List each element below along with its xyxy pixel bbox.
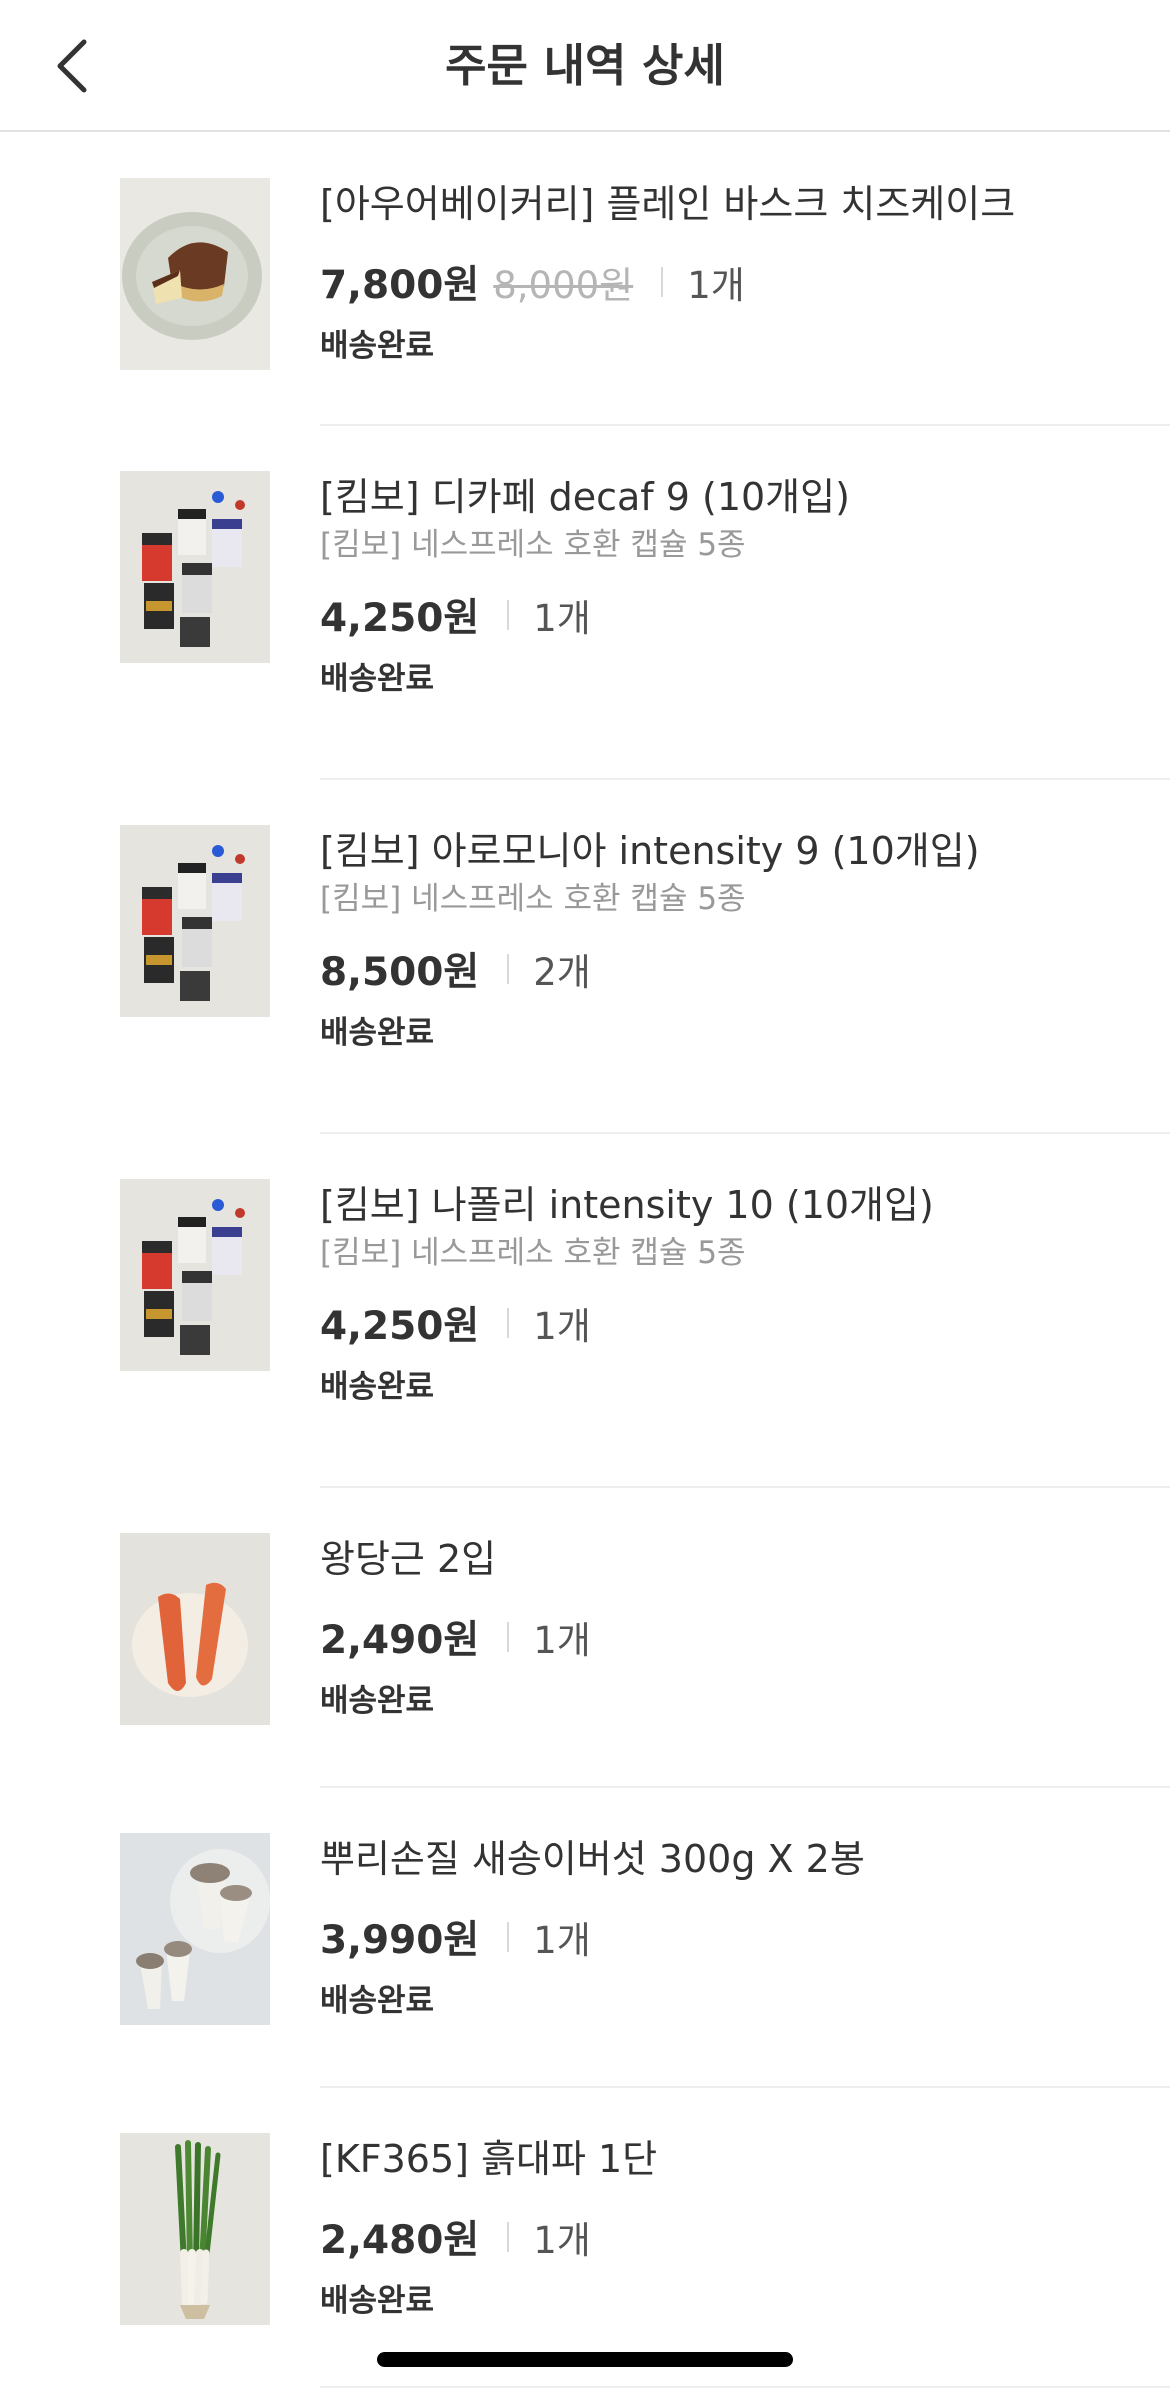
price: 3,990원 <box>320 1918 480 1963</box>
list-item[interactable]: [아우어베이커리] 플레인 바스크 치즈케이크 7,800원 8,000원 1개… <box>120 132 1170 426</box>
list-item[interactable]: [킴보] 디카페 decaf 9 (10개입) [킴보] 네스프레소 호환 캡슐… <box>120 425 1170 780</box>
list-item[interactable]: 뿌리손질 새송이버섯 300g X 2봉 3,990원 1개 배송완료 <box>120 1787 1170 2088</box>
cheesecake-image <box>120 178 270 370</box>
product-option: [킴보] 네스프레소 호환 캡슐 5종 <box>320 1235 746 1271</box>
quantity: 1개 <box>533 1919 591 1962</box>
separator <box>507 600 510 630</box>
delivery-status: 배송완료 <box>320 1683 435 1719</box>
quantity: 1개 <box>687 264 745 307</box>
price: 2,480원 <box>320 2218 480 2263</box>
product-name: [킴보] 아로모니아 intensity 9 (10개입) <box>320 829 980 873</box>
home-indicator[interactable] <box>377 2352 793 2367</box>
header-bar: 주문 내역 상세 <box>0 0 1170 132</box>
delivery-status: 배송완료 <box>320 1015 435 1051</box>
quantity: 1개 <box>533 597 591 640</box>
delivery-status: 배송완료 <box>320 661 435 697</box>
separator <box>507 954 510 984</box>
price: 4,250원 <box>320 1304 480 1349</box>
product-name: [아우어베이커리] 플레인 바스크 치즈케이크 <box>320 182 1016 226</box>
delivery-status: 배송완료 <box>320 328 435 364</box>
price: 8,500원 <box>320 950 480 995</box>
quantity: 1개 <box>533 1305 591 1348</box>
list-item[interactable]: [KF365] 흙대파 1단 2,480원 1개 배송완료 <box>120 2087 1170 2388</box>
list-item[interactable]: [킴보] 나폴리 intensity 10 (10개입) [킴보] 네스프레소 … <box>120 1133 1170 1488</box>
separator <box>507 1622 510 1652</box>
delivery-status: 배송완료 <box>320 1369 435 1405</box>
product-name: [킴보] 디카페 decaf 9 (10개입) <box>320 475 850 519</box>
separator <box>507 1308 510 1338</box>
price: 2,490원 <box>320 1618 480 1663</box>
divider <box>320 2386 1170 2388</box>
coffee-capsule-image <box>120 825 270 1017</box>
product-name: [KF365] 흙대파 1단 <box>320 2137 658 2181</box>
quantity: 1개 <box>533 2219 591 2262</box>
delivery-status: 배송완료 <box>320 2283 435 2319</box>
separator <box>661 267 664 297</box>
page-title: 주문 내역 상세 <box>445 39 725 92</box>
product-name: 뿌리손질 새송이버섯 300g X 2봉 <box>320 1837 865 1881</box>
product-option: [킴보] 네스프레소 호환 캡슐 5종 <box>320 527 746 563</box>
product-name: [킴보] 나폴리 intensity 10 (10개입) <box>320 1183 934 1227</box>
carrot-image <box>120 1533 270 1725</box>
product-name: 왕당근 2입 <box>320 1537 497 1581</box>
list-item[interactable]: [킴보] 아로모니아 intensity 9 (10개입) [킴보] 네스프레소… <box>120 779 1170 1134</box>
separator <box>507 2222 510 2252</box>
quantity: 2개 <box>533 951 591 994</box>
separator <box>507 1922 510 1952</box>
mushroom-image <box>120 1833 270 2025</box>
product-option: [킴보] 네스프레소 호환 캡슐 5종 <box>320 881 746 917</box>
list-item[interactable]: 왕당근 2입 2,490원 1개 배송완료 <box>120 1487 1170 1788</box>
price: 7,800원 <box>320 263 480 308</box>
delivery-status: 배송완료 <box>320 1983 435 2019</box>
original-price: 8,000원 <box>493 264 634 307</box>
green-onion-image <box>120 2133 270 2325</box>
coffee-capsule-image <box>120 471 270 663</box>
price: 4,250원 <box>320 596 480 641</box>
coffee-capsule-image <box>120 1179 270 1371</box>
quantity: 1개 <box>533 1619 591 1662</box>
